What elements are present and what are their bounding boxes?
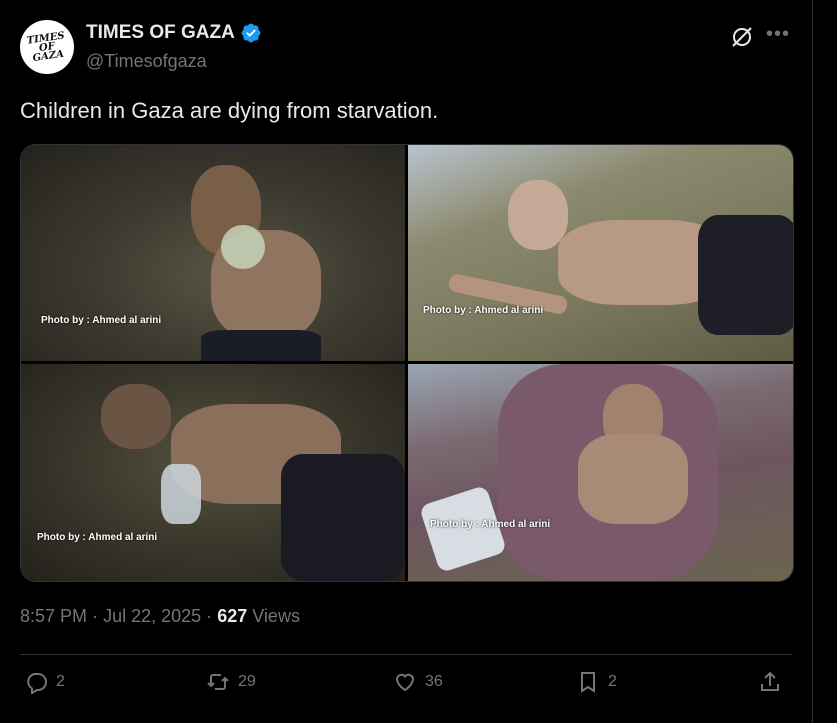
- like-button[interactable]: 36: [393, 670, 443, 694]
- tweet-time[interactable]: 8:57 PM: [20, 606, 87, 626]
- media-grid: Photo by : Ahmed al arini Photo by : Ahm…: [20, 144, 794, 582]
- photo-4[interactable]: Photo by : Ahmed al arini: [408, 364, 793, 581]
- reply-button[interactable]: 2: [24, 670, 65, 694]
- tweet-meta: 8:57 PM · Jul 22, 2025 · 627 Views: [20, 606, 300, 627]
- bookmark-icon: [581, 672, 595, 693]
- action-bar: 2 29 36 2: [20, 670, 792, 704]
- meta-separator: ·: [92, 606, 99, 626]
- photo-3[interactable]: Photo by : Ahmed al arini: [21, 364, 405, 581]
- avatar-logo: TIMES OF GAZA: [26, 29, 66, 64]
- share-button[interactable]: [758, 670, 790, 694]
- tweet-date[interactable]: Jul 22, 2025: [103, 606, 201, 626]
- photo-credit: Photo by : Ahmed al arini: [430, 519, 551, 530]
- verified-badge-icon: [241, 23, 261, 43]
- tweet-header: TIMES OF GAZA TIMES OF GAZA @Timesofgaza •…: [20, 20, 792, 76]
- more-icon[interactable]: •••: [766, 24, 790, 48]
- photo-credit: Photo by : Ahmed al arini: [423, 305, 544, 316]
- share-icon: [761, 671, 779, 691]
- bookmark-button[interactable]: 2: [576, 670, 617, 694]
- photo-credit: Photo by : Ahmed al arini: [37, 532, 158, 543]
- reply-icon: [27, 673, 47, 694]
- handle[interactable]: @Timesofgaza: [86, 51, 207, 72]
- display-name[interactable]: TIMES OF GAZA: [86, 22, 235, 44]
- divider: [20, 654, 792, 655]
- photo-2[interactable]: Photo by : Ahmed al arini: [408, 145, 793, 361]
- photo-1[interactable]: Photo by : Ahmed al arini: [21, 145, 405, 361]
- meta-separator: ·: [206, 606, 213, 626]
- photo-credit: Photo by : Ahmed al arini: [41, 315, 162, 326]
- like-icon: [395, 673, 415, 692]
- avatar[interactable]: TIMES OF GAZA: [20, 20, 74, 74]
- bookmark-count: 2: [608, 673, 617, 690]
- views-count: 627: [217, 606, 248, 626]
- repost-icon: [207, 674, 229, 690]
- name-row: TIMES OF GAZA: [86, 22, 262, 44]
- repost-count: 29: [238, 673, 256, 690]
- reply-count: 2: [56, 673, 65, 690]
- like-count: 36: [425, 673, 443, 690]
- column-border: [812, 0, 813, 723]
- grok-icon[interactable]: [730, 25, 754, 49]
- repost-button[interactable]: 29: [206, 670, 256, 694]
- views-label: Views: [252, 606, 300, 626]
- tweet-text: Children in Gaza are dying from starvati…: [20, 98, 439, 123]
